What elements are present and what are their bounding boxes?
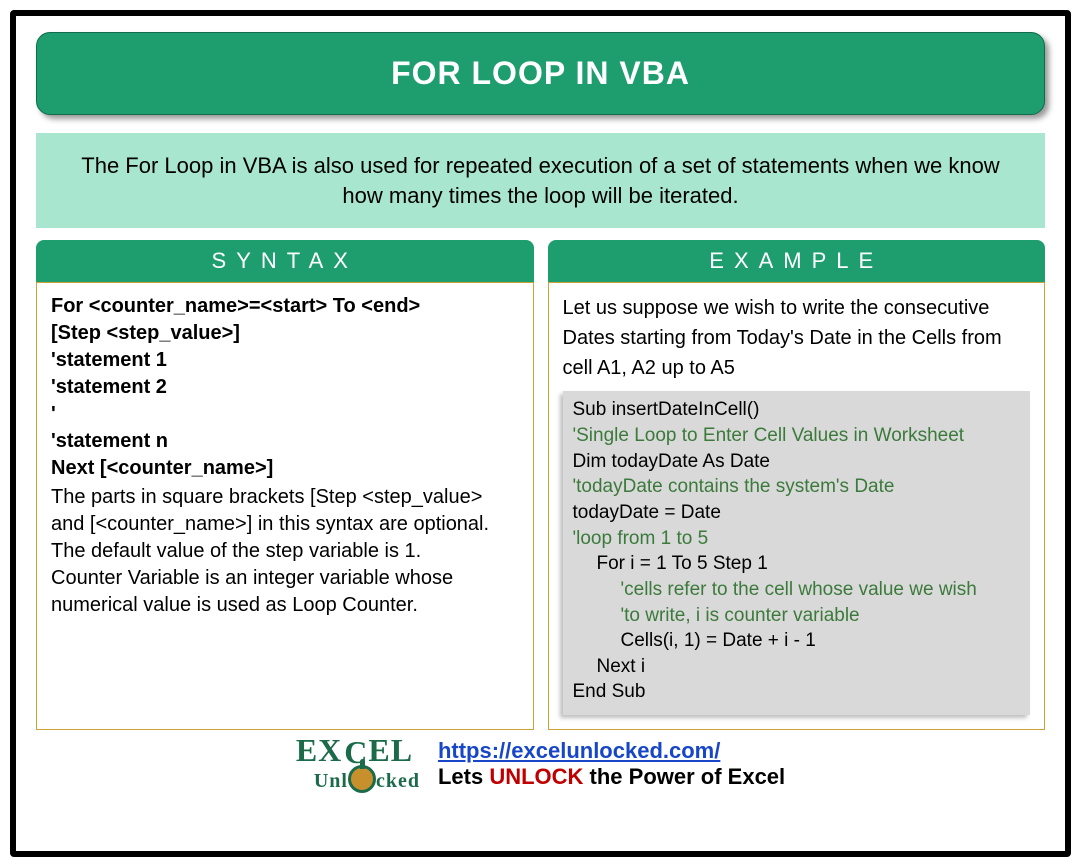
example-description: Let us suppose we wish to write the cons…	[563, 293, 1031, 383]
tagline-unlock: UNLOCK	[489, 764, 583, 789]
code-line: todayDate = Date	[573, 500, 1021, 526]
syntax-code: For <counter_name>=<start> To <end> [Ste…	[51, 293, 519, 482]
example-code-box: Sub insertDateInCell()'Single Loop to En…	[563, 391, 1031, 715]
example-column: EXAMPLE Let us suppose we wish to write …	[548, 240, 1046, 730]
code-line: 'loop from 1 to 5	[573, 526, 1021, 552]
syntax-line: For <counter_name>=<start> To <end>	[51, 293, 519, 320]
code-line: 'to write, i is counter variable	[573, 603, 1021, 629]
logo-text: cked	[376, 770, 420, 792]
logo-text: EX	[296, 732, 342, 768]
syntax-line: [Step <step_value>]	[51, 320, 519, 347]
example-body: Let us suppose we wish to write the cons…	[548, 282, 1046, 730]
syntax-line: 'statement 1	[51, 347, 519, 374]
columns-container: SYNTAX For <counter_name>=<start> To <en…	[36, 240, 1045, 730]
website-link[interactable]: https://excelunlocked.com/	[438, 738, 720, 763]
syntax-body: For <counter_name>=<start> To <end> [Ste…	[36, 282, 534, 730]
code-line: Cells(i, 1) = Date + i - 1	[573, 628, 1021, 654]
code-line: 'Single Loop to Enter Cell Values in Wor…	[573, 423, 1021, 449]
syntax-note: The parts in square brackets [Step <step…	[51, 484, 519, 538]
footer-tagline: Lets UNLOCK the Power of Excel	[438, 764, 785, 790]
logo-text: Unl	[314, 770, 348, 792]
document-frame: FOR LOOP IN VBA The For Loop in VBA is a…	[10, 10, 1071, 857]
footer-text: https://excelunlocked.com/ Lets UNLOCK t…	[438, 738, 785, 790]
code-line: Dim todayDate As Date	[573, 449, 1021, 475]
syntax-line: Next [<counter_name>]	[51, 455, 519, 482]
tagline-text: the Power of Excel	[583, 764, 785, 789]
example-header: EXAMPLE	[548, 240, 1046, 282]
logo-bottom: Unl cked	[314, 765, 420, 793]
description-box: The For Loop in VBA is also used for rep…	[36, 133, 1045, 228]
syntax-note: Counter Variable is an integer variable …	[51, 565, 519, 619]
code-line: 'todayDate contains the system's Date	[573, 474, 1021, 500]
code-line: 'cells refer to the cell whose value we …	[573, 577, 1021, 603]
syntax-line: 'statement 2	[51, 374, 519, 401]
syntax-line: 'statement n	[51, 428, 519, 455]
footer: EXCEL Unl cked https://excelunlocked.com/…	[36, 736, 1045, 793]
syntax-note: The default value of the step variable i…	[51, 538, 519, 565]
code-line: Sub insertDateInCell()	[573, 397, 1021, 423]
logo: EXCEL Unl cked	[296, 736, 420, 793]
logo-top: EXCEL	[296, 736, 420, 765]
syntax-header: SYNTAX	[36, 240, 534, 282]
syntax-column: SYNTAX For <counter_name>=<start> To <en…	[36, 240, 534, 730]
syntax-line: '	[51, 401, 519, 428]
syntax-notes: The parts in square brackets [Step <step…	[51, 484, 519, 619]
code-line: End Sub	[573, 679, 1021, 705]
lock-icon	[348, 765, 376, 793]
page-title: FOR LOOP IN VBA	[36, 32, 1045, 115]
tagline-text: Lets	[438, 764, 489, 789]
logo-text: EL	[368, 732, 413, 768]
code-line: Next i	[573, 654, 1021, 680]
code-line: For i = 1 To 5 Step 1	[573, 551, 1021, 577]
